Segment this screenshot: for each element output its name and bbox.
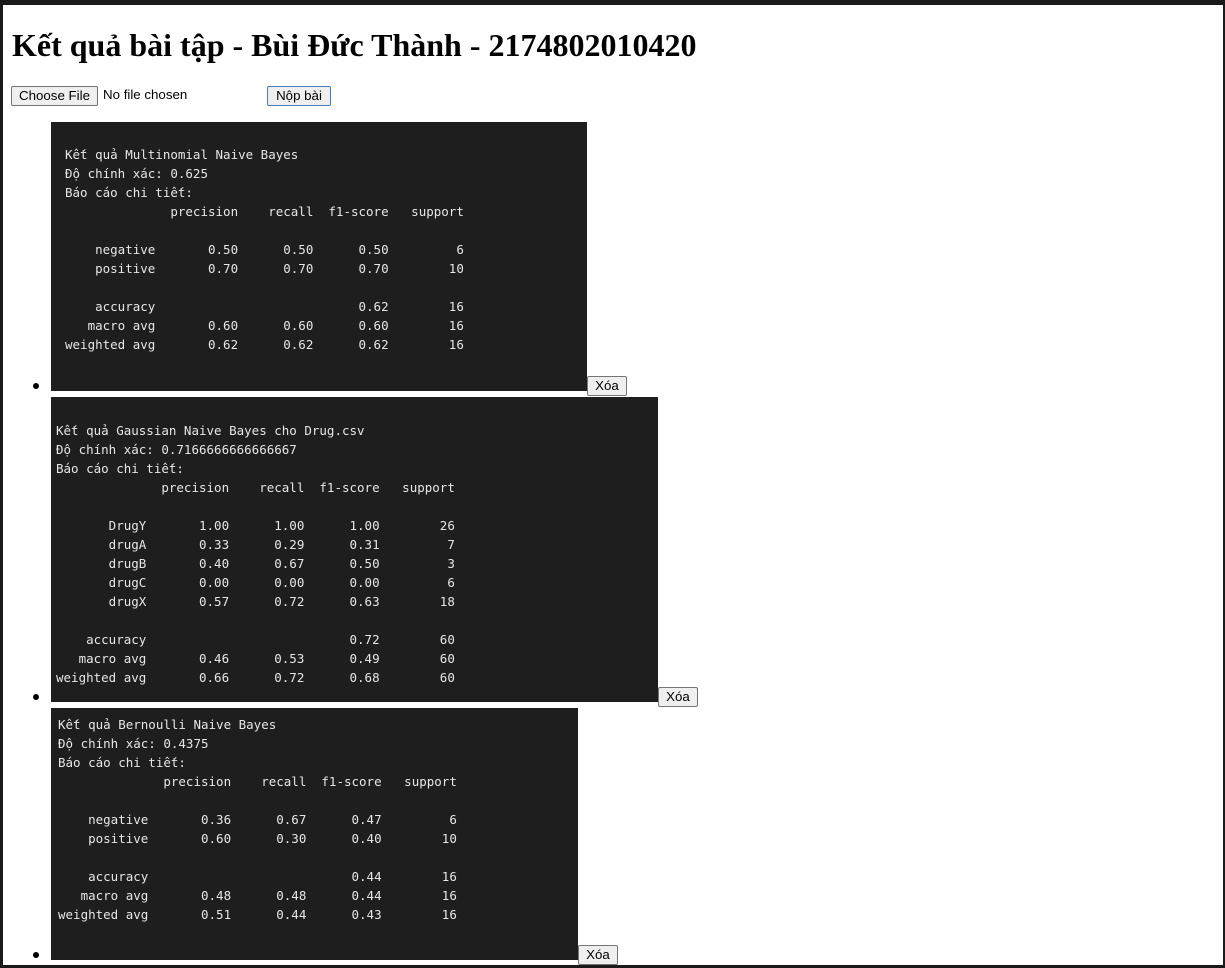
choose-file-button[interactable]: Choose File: [11, 86, 98, 106]
result-block-multinomial: Kết quả Multinomial Naive Bayes Độ chính…: [51, 122, 587, 391]
list-bullet: [33, 383, 39, 389]
delete-result-button[interactable]: Xóa: [658, 687, 698, 707]
result-report: precision recall f1-score support DrugY …: [56, 480, 455, 685]
result-accuracy: Độ chính xác: 0.7166666666666667: [56, 442, 297, 457]
result-report: precision recall f1-score support negati…: [65, 204, 464, 352]
result-report-label: Báo cáo chi tiết:: [65, 185, 193, 200]
result-header: Kết quả Multinomial Naive Bayes: [65, 147, 299, 162]
page-title: Kết quả bài tập - Bùi Đức Thành - 217480…: [12, 27, 697, 63]
list-bullet: [33, 952, 39, 958]
result-block-gaussian: Kết quả Gaussian Naive Bayes cho Drug.cs…: [51, 397, 658, 702]
result-block-bernoulli: Kết quả Bernoulli Naive Bayes Độ chính x…: [51, 708, 578, 960]
list-bullet: [33, 694, 39, 700]
result-header: Kết quả Bernoulli Naive Bayes: [58, 717, 277, 732]
window-top-border: [0, 0, 1225, 5]
result-report-label: Báo cáo chi tiết:: [56, 461, 184, 476]
file-status-text: No file chosen: [103, 87, 188, 102]
result-report: precision recall f1-score support negati…: [58, 774, 457, 922]
result-report-label: Báo cáo chi tiết:: [58, 755, 186, 770]
window-left-border: [0, 0, 3, 968]
result-accuracy: Độ chính xác: 0.4375: [58, 736, 209, 751]
result-header: Kết quả Gaussian Naive Bayes cho Drug.cs…: [56, 423, 365, 438]
result-accuracy: Độ chính xác: 0.625: [65, 166, 208, 181]
delete-result-button[interactable]: Xóa: [587, 376, 627, 396]
delete-result-button[interactable]: Xóa: [578, 945, 618, 965]
submit-button[interactable]: Nộp bài: [267, 86, 331, 106]
